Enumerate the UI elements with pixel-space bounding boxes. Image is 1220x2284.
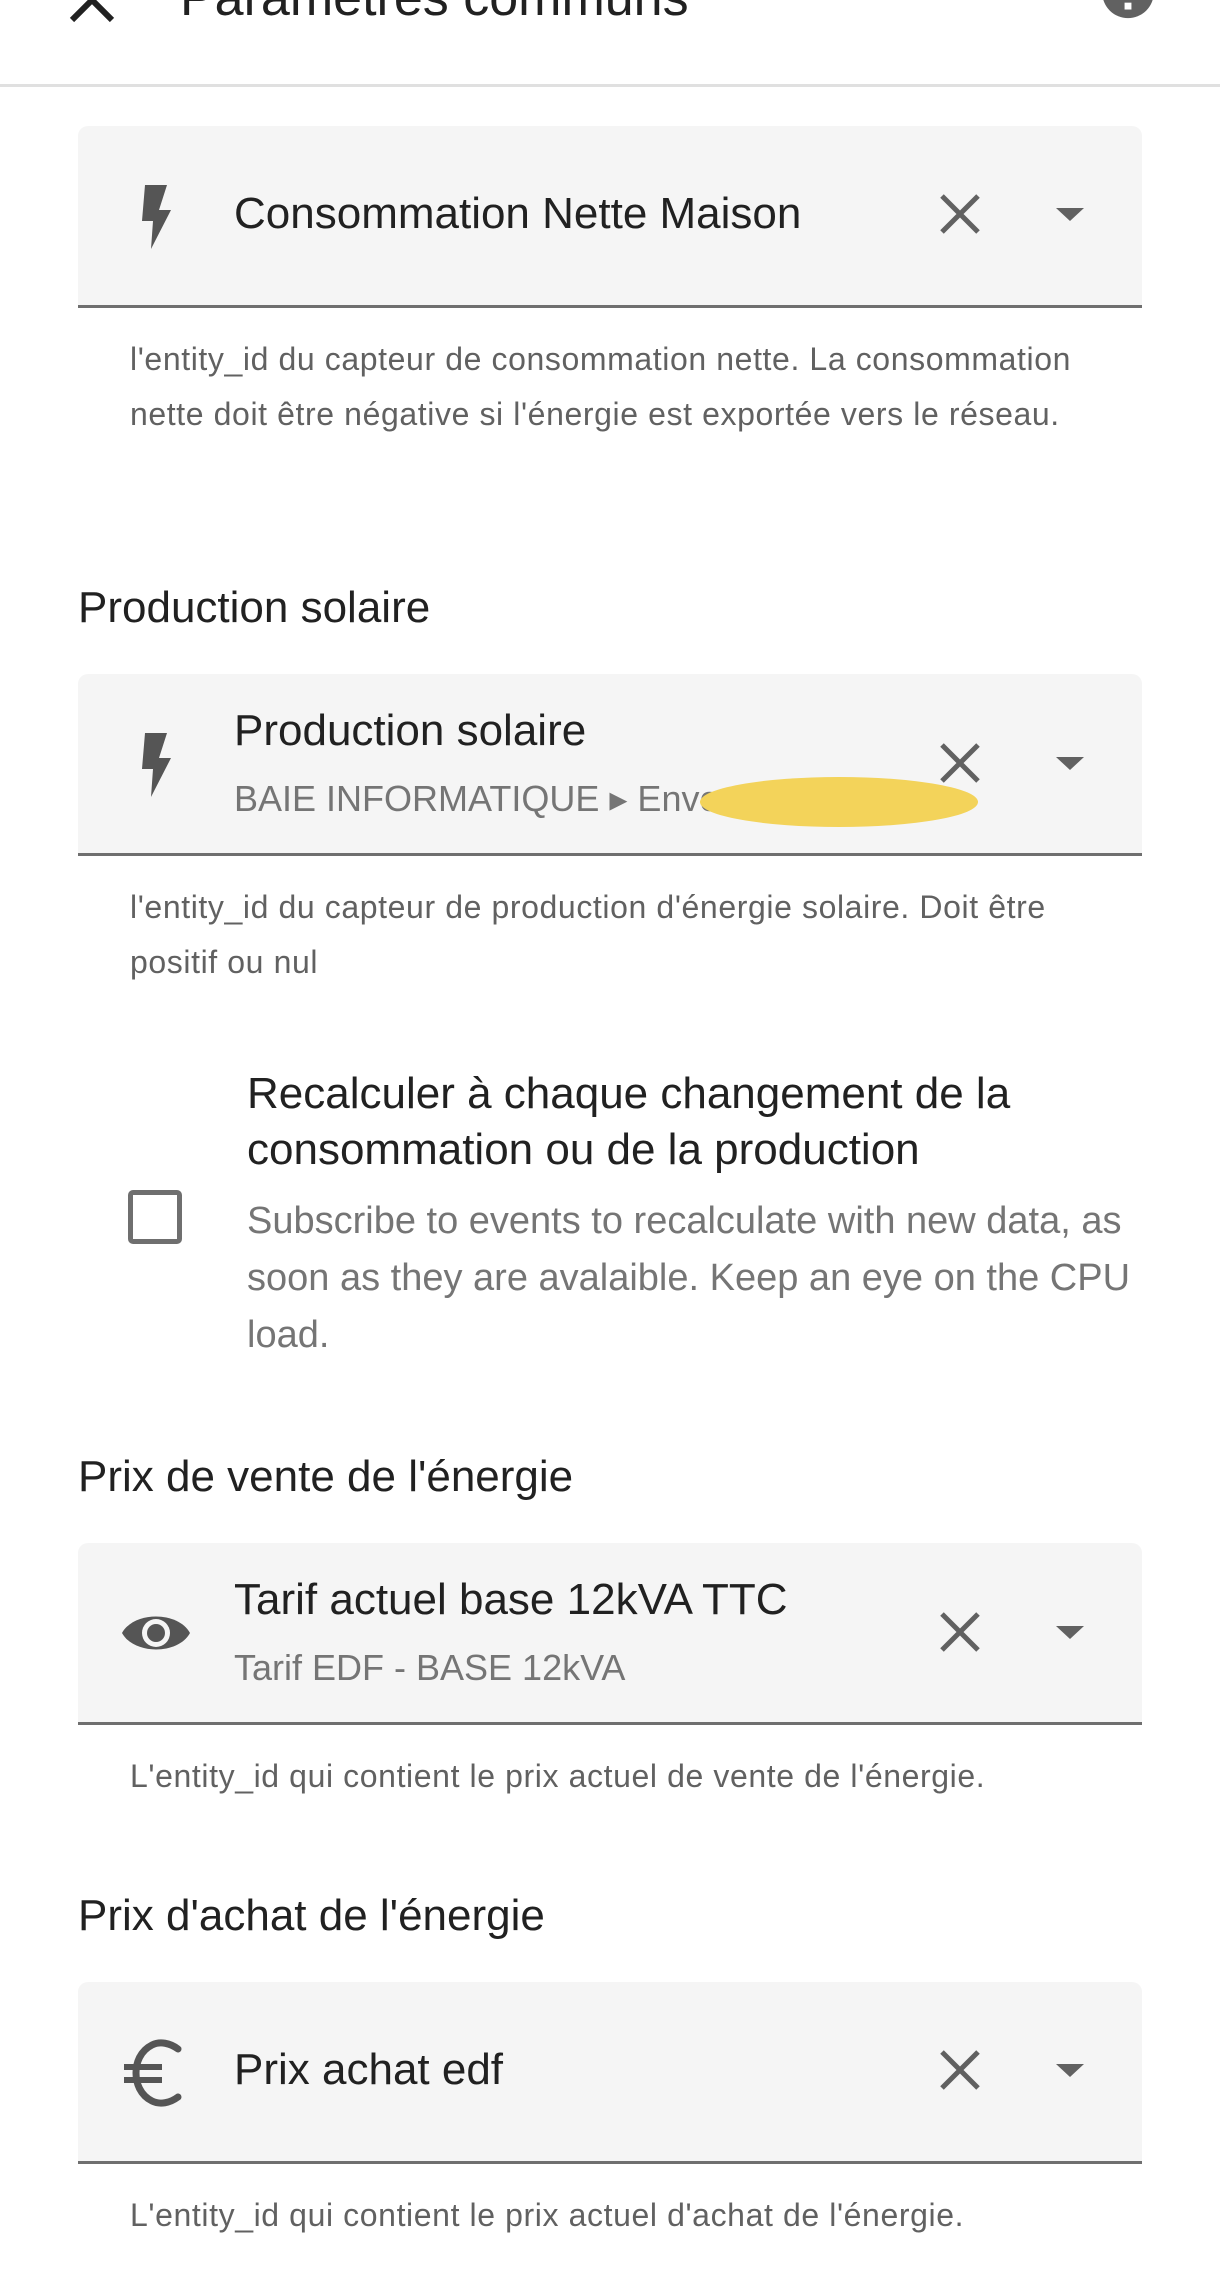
- recalculate-label: Recalculer à chaque changement de la con…: [247, 1069, 1011, 1174]
- euro-icon: [124, 2039, 182, 2107]
- buy-price-entity-picker[interactable]: Prix achat edf: [78, 1982, 1142, 2164]
- menu-down-icon[interactable]: [1038, 2038, 1102, 2102]
- sell-price-entity-picker[interactable]: Tarif actuel base 12kVA TTC Tarif EDF - …: [78, 1543, 1142, 1725]
- recalculate-checkbox[interactable]: [128, 1190, 182, 1244]
- net-consumption-entity-picker[interactable]: Consommation Nette Maison: [78, 126, 1142, 308]
- redaction-mark: [700, 777, 978, 827]
- buy-price-section-title: Prix d'achat de l'énergie: [78, 1891, 545, 1940]
- solar-production-area: BAIE INFORMATIQUE ▸ Envo: [234, 778, 720, 819]
- help-circle-icon[interactable]: [1096, 0, 1160, 25]
- recalculate-description: Subscribe to events to recalculate with …: [247, 1200, 1131, 1356]
- clear-x-icon[interactable]: [928, 1600, 992, 1664]
- solar-production-helper: l'entity_id du capteur de production d'é…: [130, 889, 1046, 980]
- sell-price-section-title: Prix de vente de l'énergie: [78, 1452, 574, 1501]
- dialog-header: Paramètres communs: [0, 0, 1220, 87]
- net-consumption-value: Consommation Nette Maison: [234, 189, 802, 238]
- lightning-bolt-icon: [142, 733, 171, 797]
- menu-down-icon[interactable]: [1038, 182, 1102, 246]
- clear-x-icon[interactable]: [928, 182, 992, 246]
- menu-down-icon[interactable]: [1038, 731, 1102, 795]
- buy-price-value: Prix achat edf: [234, 2045, 504, 2094]
- menu-down-icon[interactable]: [1038, 1600, 1102, 1664]
- close-icon[interactable]: [62, 0, 122, 30]
- eye-icon: [122, 1616, 190, 1650]
- sell-price-helper: L'entity_id qui contient le prix actuel …: [130, 1758, 986, 1794]
- solar-section-title: Production solaire: [78, 583, 431, 632]
- solar-production-value: Production solaire: [234, 706, 587, 755]
- net-consumption-helper: l'entity_id du capteur de consommation n…: [130, 341, 1072, 432]
- sell-price-value: Tarif actuel base 12kVA TTC: [234, 1575, 788, 1624]
- clear-x-icon[interactable]: [928, 2038, 992, 2102]
- dialog-title: Paramètres communs: [180, 0, 689, 26]
- buy-price-helper: L'entity_id qui contient le prix actuel …: [130, 2197, 965, 2233]
- sell-price-entity-subtitle: Tarif EDF - BASE 12kVA: [234, 1647, 626, 1688]
- solar-production-entity-picker[interactable]: Production solaire BAIE INFORMATIQUE ▸ E…: [78, 674, 1142, 856]
- lightning-bolt-icon: [142, 185, 171, 249]
